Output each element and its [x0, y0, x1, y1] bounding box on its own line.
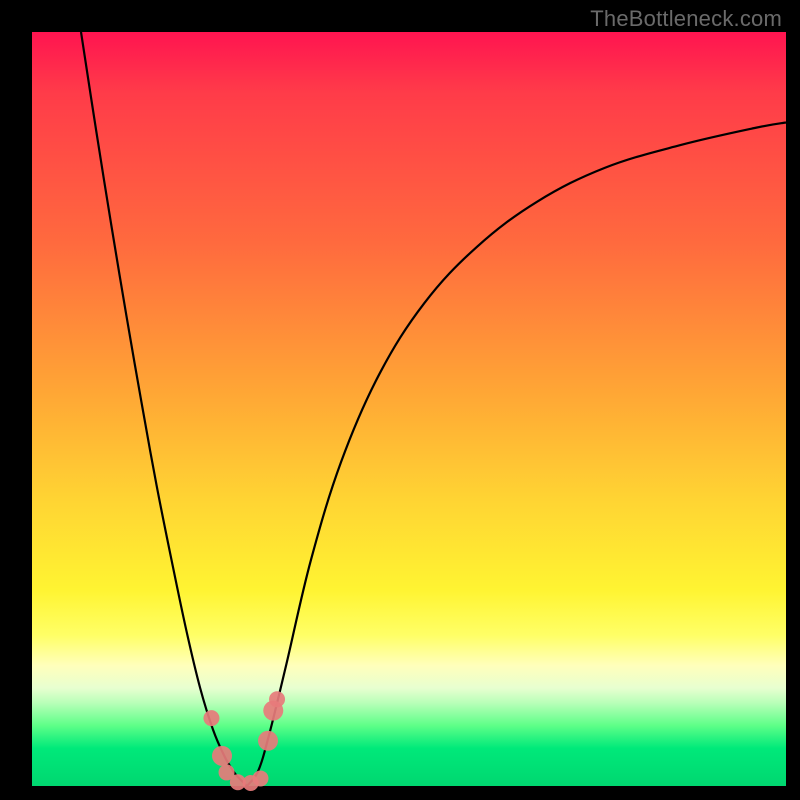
- plot-area: [32, 32, 786, 786]
- data-marker: [269, 691, 285, 707]
- watermark-text: TheBottleneck.com: [590, 6, 782, 32]
- chart-svg: [32, 32, 786, 786]
- data-marker: [252, 770, 268, 786]
- data-marker: [212, 746, 232, 766]
- data-marker: [203, 710, 219, 726]
- curve-right-branch: [247, 122, 786, 786]
- chart-frame: TheBottleneck.com: [0, 0, 800, 800]
- curve-left-branch: [81, 32, 247, 786]
- data-markers: [203, 691, 285, 791]
- data-marker: [258, 731, 278, 751]
